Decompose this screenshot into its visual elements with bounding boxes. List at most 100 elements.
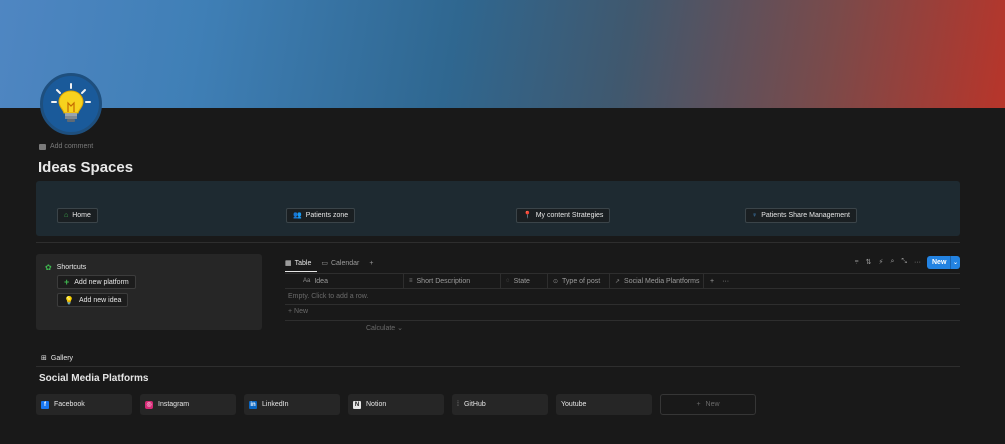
divider xyxy=(36,242,960,243)
nav-button-label: Patients zone xyxy=(305,212,349,219)
filter-icon[interactable]: ⩦ xyxy=(855,258,859,266)
column-label: Idea xyxy=(314,277,328,285)
tab-gallery[interactable]: ⊞ Gallery xyxy=(41,354,74,363)
tab-calendar[interactable]: ▭ Calendar xyxy=(321,259,360,268)
tab-label: Table xyxy=(294,259,312,267)
database-toolbar: ⩦ ⇅ ⚡ ⌕ ⤡ ··· xyxy=(855,258,921,266)
people-icon: 👥 xyxy=(293,212,302,219)
gallery-card-youtube[interactable]: Youtube xyxy=(556,394,652,415)
chevron-down-icon[interactable]: ⌄ xyxy=(950,256,960,269)
instagram-icon: ◎ xyxy=(145,400,153,409)
automation-icon[interactable]: ⚡ xyxy=(879,258,884,266)
new-record-button[interactable]: New ⌄ xyxy=(927,256,960,269)
gallery-title[interactable]: Social Media Platforms xyxy=(39,373,148,384)
new-row-button[interactable]: + New xyxy=(288,308,308,315)
nav-button-home[interactable]: ⌂ Home xyxy=(57,208,98,223)
gallery-card-github[interactable]: ⁞ GitHub xyxy=(452,394,548,415)
nav-button-patients-share[interactable]: ♀ Patients Share Management xyxy=(745,208,857,223)
expand-icon[interactable]: ⤡ xyxy=(901,258,907,266)
table-icon: ▦ xyxy=(285,260,292,267)
card-label: GitHub xyxy=(463,401,486,408)
shortcuts-header: ✿ Shortcuts xyxy=(45,263,86,272)
button-label: Add new idea xyxy=(78,296,122,304)
database-view-tabs: ▦ Table ▭ Calendar + xyxy=(285,256,374,270)
card-label: Youtube xyxy=(561,401,587,408)
gallery-card-linkedin[interactable]: in LinkedIn xyxy=(244,394,340,415)
calculate-button[interactable]: Calculate ⌄ xyxy=(366,324,403,332)
nav-button-label: Home xyxy=(72,212,91,219)
shortcuts-panel: ✿ Shortcuts + Add new platform 💡 Add new… xyxy=(36,254,262,330)
home-icon: ⌂ xyxy=(64,212,69,219)
lightbulb-icon: 💡 xyxy=(64,295,74,305)
add-new-idea-button[interactable]: 💡 Add new idea xyxy=(57,293,129,307)
calculate-label: Calculate xyxy=(366,325,396,332)
new-card-button[interactable]: + New xyxy=(660,394,756,415)
nav-button-label: Patients Share Management xyxy=(761,212,850,219)
row-divider xyxy=(285,304,960,305)
nav-button-label: My content Strategies xyxy=(535,212,604,219)
lines-icon: ≡ xyxy=(409,278,413,284)
add-column-icon[interactable]: + xyxy=(710,278,714,285)
pin-icon: 📍 xyxy=(523,212,532,219)
nav-button-content-strategies[interactable]: 📍 My content Strategies xyxy=(516,208,611,223)
page-title[interactable]: Ideas Spaces xyxy=(38,159,133,176)
row-divider xyxy=(285,320,960,321)
facebook-icon: f xyxy=(41,400,49,409)
plant-icon: ✿ xyxy=(45,263,52,272)
column-header-short-description[interactable]: ≡ Short Description xyxy=(404,274,501,288)
column-header-social-media[interactable]: ↗ Social Media Plantforms xyxy=(610,274,704,288)
plus-icon: + xyxy=(369,259,374,267)
card-label: Facebook xyxy=(54,401,85,408)
page-cover[interactable] xyxy=(0,0,1005,108)
notion-icon: N xyxy=(353,400,361,409)
gallery-card-facebook[interactable]: f Facebook xyxy=(36,394,132,415)
search-icon[interactable]: ⌕ xyxy=(890,258,894,266)
column-header-idea[interactable]: Aa Idea xyxy=(285,274,404,288)
tab-table[interactable]: ▦ Table xyxy=(285,259,312,268)
shortcuts-title: Shortcuts xyxy=(56,264,87,271)
new-button-label: New xyxy=(932,259,947,266)
table-header: Aa Idea ≡ Short Description ◌ State ⊙ Ty… xyxy=(285,273,960,289)
tab-label: Calendar xyxy=(330,259,360,267)
card-label: Instagram xyxy=(158,401,190,408)
column-label: Social Media Plantforms xyxy=(624,277,700,285)
more-icon[interactable]: ··· xyxy=(722,278,729,285)
column-header-state[interactable]: ◌ State xyxy=(501,274,548,288)
new-row-label: New xyxy=(294,308,309,315)
button-label: Add new platform xyxy=(74,278,129,286)
gallery-card-notion[interactable]: N Notion xyxy=(348,394,444,415)
column-label: Short Description xyxy=(416,277,471,285)
new-card-label: New xyxy=(705,401,720,408)
status-icon: ◌ xyxy=(506,278,510,284)
card-label: Notion xyxy=(366,401,387,408)
empty-table-message[interactable]: Empty. Click to add a row. xyxy=(288,293,368,300)
calendar-icon: ▭ xyxy=(321,260,328,267)
gallery-icon: ⊞ xyxy=(41,355,47,362)
nav-button-patients-zone[interactable]: 👥 Patients zone xyxy=(286,208,356,223)
sort-icon[interactable]: ⇅ xyxy=(866,258,872,266)
add-comment-button[interactable]: Add comment xyxy=(39,143,93,150)
lightbulb-page-icon[interactable] xyxy=(40,73,102,135)
add-comment-label: Add comment xyxy=(50,143,94,150)
add-view-button[interactable]: + xyxy=(369,260,373,267)
more-icon[interactable]: ··· xyxy=(914,259,921,266)
column-label: Type of post xyxy=(562,277,601,285)
add-new-platform-button[interactable]: + Add new platform xyxy=(57,275,136,289)
linkedin-icon: in xyxy=(249,400,257,409)
comment-icon xyxy=(39,143,46,150)
chevron-down-icon: ⌄ xyxy=(397,325,404,332)
divider xyxy=(36,366,960,367)
navigation-callout: ⌂ Home 👥 Patients zone 📍 My content Stra… xyxy=(36,181,960,236)
gallery-card-instagram[interactable]: ◎ Instagram xyxy=(140,394,236,415)
relation-icon: ↗ xyxy=(615,278,621,285)
select-icon: ⊙ xyxy=(553,278,559,285)
active-tab-indicator xyxy=(285,271,317,272)
github-icon: ⁞ xyxy=(457,401,459,408)
column-label: State xyxy=(513,277,530,285)
card-label: LinkedIn xyxy=(262,401,289,408)
text-type-icon: Aa xyxy=(303,278,311,284)
plus-icon: + xyxy=(696,401,701,408)
tab-label: Gallery xyxy=(50,354,74,362)
column-header-type-of-post[interactable]: ⊙ Type of post xyxy=(548,274,610,288)
column-actions: + ··· xyxy=(704,274,729,288)
